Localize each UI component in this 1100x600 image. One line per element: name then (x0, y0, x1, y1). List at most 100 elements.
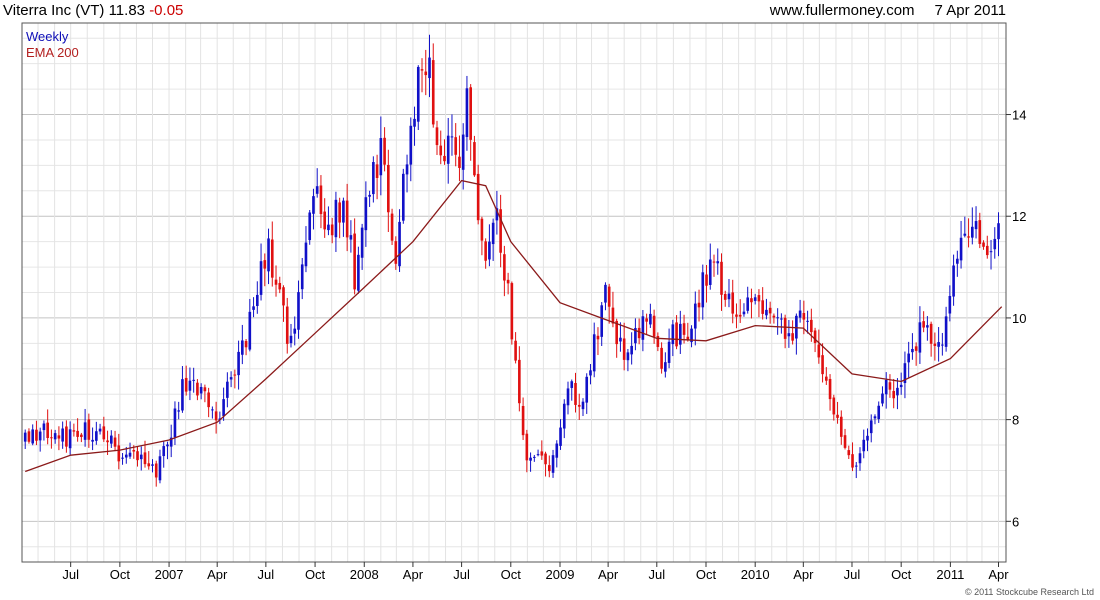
x-tick-label: Jul (62, 567, 79, 582)
candle-body-down (27, 431, 31, 442)
candle-body-up (68, 429, 72, 449)
candle-body-down (375, 164, 379, 178)
candle-body-up (252, 306, 255, 310)
candle-body-up (581, 401, 585, 410)
candle-body-down (821, 355, 824, 375)
candle-body-up (342, 200, 345, 223)
candle-body-down (656, 335, 660, 347)
candle-body-down (611, 307, 615, 324)
candle-body-up (128, 452, 132, 457)
candle-body-down (132, 450, 136, 452)
x-tick-label: Oct (110, 567, 131, 582)
candle-body-up (368, 194, 371, 197)
candle-body-up (398, 221, 401, 267)
candle-body-up (401, 173, 405, 221)
candle-body-down (768, 307, 772, 314)
candle-body-down (117, 445, 121, 462)
candle-body-down (76, 430, 79, 437)
candle-body-up (255, 294, 259, 306)
candle-body-down (282, 287, 285, 306)
x-tick-label: Oct (696, 567, 717, 582)
candle-body-down (540, 451, 544, 456)
candle-body-up (349, 235, 353, 240)
candle-body-up (664, 362, 667, 372)
candle-body-up (42, 423, 46, 431)
candle-body-down (345, 200, 349, 238)
candle-body-up (304, 242, 308, 267)
candle-body-up (109, 435, 113, 444)
x-tick-label: Apr (403, 567, 424, 582)
candle-body-up (360, 227, 364, 258)
candle-body-down (574, 383, 577, 405)
candle-body-up (926, 325, 929, 328)
candle-body-up (289, 335, 293, 344)
candle-body-down (738, 314, 742, 317)
x-tick-label: Jul (844, 567, 861, 582)
price-chart: 6 8 10 12 14 Jul Oct 2007 Apr Jul Oct 2008 Apr Jul Oct… (21, 22, 1026, 582)
candle-body-up (379, 138, 383, 176)
candle-body-down (645, 318, 648, 322)
candle-body-up (488, 241, 491, 260)
candle-body-up (589, 370, 592, 376)
candle-body-down (828, 378, 832, 400)
candle-body-up (941, 344, 944, 346)
candle-body-up (428, 57, 431, 79)
candle-body-down (476, 173, 480, 221)
candle-body-down (503, 254, 506, 281)
candle-body-up (881, 393, 884, 404)
candle-body-up (38, 431, 42, 441)
candle-body-down (469, 87, 472, 140)
candle-body-up (297, 292, 300, 330)
candle-body-up (91, 439, 94, 442)
x-tick-label: 2011 (936, 567, 964, 582)
candle-body-down (439, 145, 443, 156)
candle-body-down (967, 236, 970, 238)
candle-body-down (196, 382, 199, 396)
candle-body-down (622, 338, 626, 360)
candle-body-down (731, 292, 735, 314)
candle-body-down (506, 279, 510, 284)
candle-body-down (892, 390, 896, 399)
candle-body-up (151, 464, 154, 466)
candle-body-down (270, 239, 274, 278)
candle-body-down (353, 233, 356, 290)
x-tick-label: Apr (207, 567, 228, 582)
candle-body-up (727, 293, 731, 300)
candle-body-down (847, 450, 851, 456)
candle-body-down (203, 387, 207, 392)
candle-body-up (630, 345, 633, 355)
candle-body-down (607, 286, 611, 307)
candle-body-up (585, 376, 589, 403)
candle-body-up (23, 432, 27, 442)
candle-body-up (997, 223, 1000, 240)
y-tick-label: 10 (1012, 311, 1026, 326)
candle-body-down (914, 346, 918, 351)
candle-body-up (671, 324, 675, 345)
candle-body-up (312, 196, 315, 214)
candle-body-up (956, 258, 959, 264)
candle-body-up (413, 118, 416, 127)
candle-body-down (330, 224, 334, 236)
candle-body-up (787, 333, 791, 337)
candle-body-down (65, 426, 68, 447)
candle-body-up (592, 334, 596, 372)
candle-body-down (57, 435, 61, 439)
candle-body-up (461, 134, 465, 170)
candle-body-up (884, 379, 888, 395)
candle-body-down (106, 440, 109, 443)
candle-body-up (192, 379, 195, 381)
candle-body-down (184, 377, 188, 392)
candle-body-up (776, 317, 779, 319)
candle-body-down (147, 463, 151, 467)
candle-body-down (510, 283, 514, 340)
x-tick-label: Oct (501, 567, 522, 582)
candle-body-down (547, 465, 551, 472)
candle-body-down (207, 392, 210, 408)
x-tick-label: Jul (648, 567, 665, 582)
candle-body-up (562, 403, 566, 429)
candle-body-down (686, 336, 690, 340)
candle-body-up (679, 323, 682, 345)
candle-body-up (862, 439, 866, 452)
candle-body-up (798, 310, 802, 318)
candle-body-up (937, 342, 940, 347)
